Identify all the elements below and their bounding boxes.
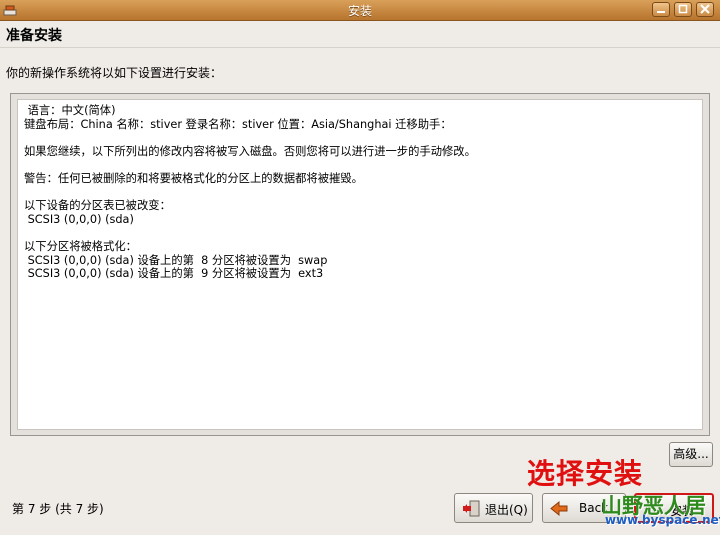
step-indicator: 第 7 步 (共 7 步) — [12, 502, 104, 516]
summary-frame: 语言：中文(简体) 键盘布局：China 名称：stiver 登录名称：stiv… — [10, 93, 710, 436]
quit-label: 退出(Q) — [485, 503, 528, 517]
back-arrow-icon — [550, 500, 568, 517]
window-title: 安装 — [347, 4, 372, 18]
window-titlebar[interactable]: 安装 — [0, 0, 720, 21]
summary-text-view[interactable]: 语言：中文(简体) 键盘布局：China 名称：stiver 登录名称：stiv… — [17, 99, 703, 430]
quit-button[interactable]: 退出(Q) — [454, 493, 533, 523]
maximize-button[interactable] — [674, 2, 692, 17]
advanced-button[interactable]: 高级... — [669, 442, 713, 467]
minimize-button[interactable] — [652, 2, 670, 17]
page-header: 准备安装 — [0, 21, 720, 48]
intro-text: 你的新操作系统将以如下设置进行安装： — [6, 66, 223, 80]
minimize-icon — [657, 11, 665, 13]
exit-icon — [463, 500, 480, 517]
annotation-label: 选择安装 — [527, 457, 644, 490]
summary-text: 语言：中文(简体) 键盘布局：China 名称：stiver 登录名称：stiv… — [24, 104, 476, 281]
watermark-url: www.byspace.net — [605, 513, 720, 527]
close-icon — [700, 4, 710, 14]
maximize-icon — [678, 4, 688, 14]
page-title: 准备安装 — [6, 28, 62, 44]
close-button[interactable] — [696, 2, 714, 17]
